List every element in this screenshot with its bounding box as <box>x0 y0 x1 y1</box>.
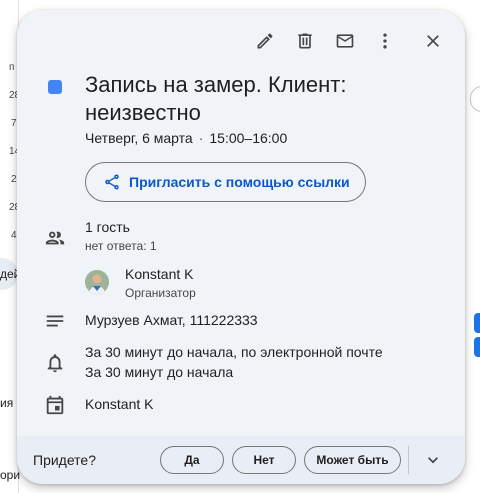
pencil-icon <box>257 33 273 49</box>
event-datetime: Четверг, 6 марта · 15:00–16:00 <box>85 130 287 146</box>
organizer-name[interactable]: Konstant K <box>125 266 194 282</box>
bg-day-number: 2 <box>11 174 17 185</box>
close-icon <box>427 35 439 47</box>
calendar-icon <box>44 394 66 416</box>
bg-day-number: 7 <box>11 118 17 129</box>
bg-day-label: п <box>9 62 15 73</box>
organizer-role: Организатор <box>125 286 196 300</box>
share-icon <box>105 174 119 190</box>
more-options-button[interactable] <box>371 27 399 55</box>
guests-response-summary: нет ответа: 1 <box>85 239 157 253</box>
bg-event-chip[interactable] <box>474 337 480 357</box>
rsvp-divider <box>408 446 409 474</box>
invite-via-link-button[interactable]: Пригласить с помощью ссылки <box>85 162 366 202</box>
guests-icon <box>44 227 66 249</box>
bg-day-number: 4 <box>11 230 17 241</box>
event-date: Четверг, 6 марта <box>85 130 193 146</box>
bg-today-button[interactable] <box>470 86 480 112</box>
datetime-separator: · <box>198 130 204 146</box>
chevron-down-icon <box>428 457 438 464</box>
event-title: Запись на замер. Клиент: неизвестно <box>85 72 347 125</box>
event-details-popup: Запись на замер. Клиент: неизвестно Четв… <box>17 10 465 484</box>
rsvp-yes-button[interactable]: Да <box>160 446 224 474</box>
bell-icon <box>44 352 66 374</box>
event-time: 15:00–16:00 <box>209 130 288 146</box>
invite-button-label: Пригласить с помощью ссылки <box>129 174 350 190</box>
email-guests-button[interactable] <box>331 27 359 55</box>
more-vert-icon <box>383 33 387 49</box>
rsvp-question: Придете? <box>33 452 96 468</box>
calendar-owner: Konstant K <box>85 396 154 412</box>
reminder-item: За 30 минут до начала, по электронной по… <box>85 344 383 360</box>
guests-count: 1 гость <box>85 219 130 235</box>
rsvp-no-button[interactable]: Нет <box>232 446 296 474</box>
description-icon <box>44 310 66 332</box>
close-button[interactable] <box>419 27 447 55</box>
event-color-indicator <box>48 80 62 94</box>
trash-icon <box>298 33 312 49</box>
mail-icon <box>336 34 354 48</box>
rsvp-maybe-button[interactable]: Может быть <box>304 446 401 474</box>
rsvp-bar: Придете? Да Нет Может быть <box>17 436 465 484</box>
bg-sidebar-text: ия <box>0 396 14 410</box>
reminder-item: За 30 минут до начала <box>85 364 234 380</box>
bg-event-chip[interactable] <box>474 313 480 333</box>
edit-button[interactable] <box>251 27 279 55</box>
rsvp-more-button[interactable] <box>419 446 447 474</box>
delete-button[interactable] <box>291 27 319 55</box>
avatar[interactable] <box>85 270 109 294</box>
event-description: Мурзуев Ахмат, 111222333 <box>85 312 258 328</box>
